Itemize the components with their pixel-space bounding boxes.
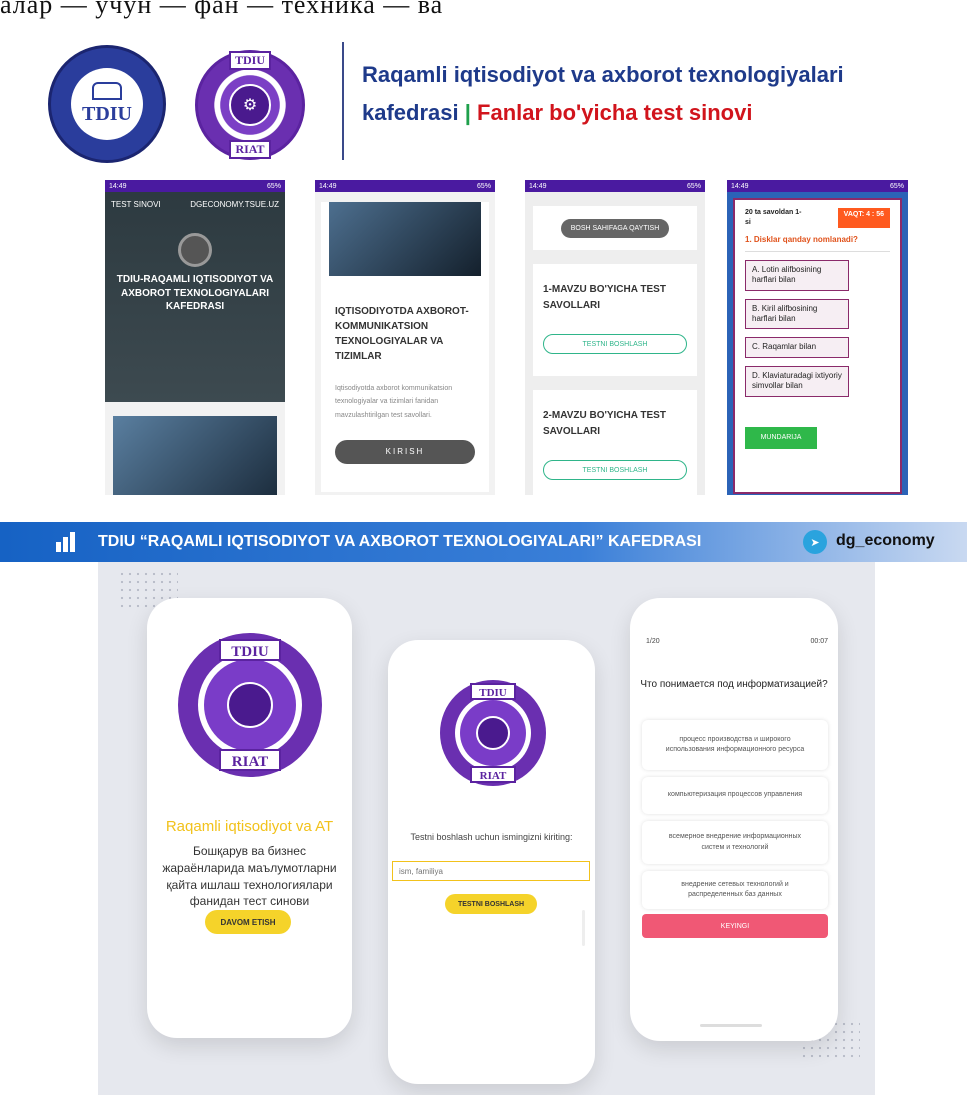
- telegram-handle[interactable]: dg_economy: [836, 532, 935, 550]
- start-test-button[interactable]: TESTNI BOSHLASH: [543, 460, 687, 480]
- topic-card: 2-MAVZU BO'YICHA TEST SAVOLLARI TESTNI B…: [533, 390, 697, 495]
- badge-icon: [178, 233, 212, 267]
- status-time: 14:49: [109, 182, 127, 190]
- subject-card: IQTISODIYOTDA AXBOROT-KOMMUNIKATSION TEX…: [321, 202, 489, 492]
- status-battery: 65%: [266, 182, 281, 190]
- topic-title: 2-MAVZU BO'YICHA TEST SAVOLLARI: [543, 410, 666, 437]
- logo-bottom-text: RIAT: [479, 770, 507, 782]
- banner-text: TDIU “RAQAMLI IQTISODIYOT VA AXBOROT TEX…: [98, 533, 702, 550]
- finance-image: [113, 416, 277, 495]
- answer-option[interactable]: компьютеризация процессов управления: [642, 777, 828, 814]
- kafedra-banner: TDIU “RAQAMLI IQTISODIYOT VA AXBOROT TEX…: [0, 522, 967, 562]
- topic-title: 1-MAVZU BO'YICHA TEST SAVOLLARI: [543, 284, 666, 311]
- logo-top-text: TDIU: [231, 644, 269, 660]
- top-cut-text: алар — учун — фан — техника — ва: [0, 0, 444, 19]
- finance-image: [329, 202, 481, 276]
- screen-home: 14:49 65% TEST SINOVI DGECONOMY.TSUE.UZ …: [105, 180, 285, 495]
- answer-option[interactable]: B. Kiril alifbosining harflari bilan: [745, 298, 849, 330]
- gear-icon: ⚙: [229, 84, 271, 126]
- start-test-button[interactable]: TESTNI BOSHLASH: [543, 334, 687, 354]
- mockup-question: 1/20 00:07 Что понимается под информатиз…: [630, 598, 838, 1041]
- keyingi-button[interactable]: KEYINGI: [642, 914, 828, 938]
- start-test-button[interactable]: TESTNI BOSHLASH: [445, 894, 537, 914]
- screen-topics: 14:49 65% BOSH SAHIFAGA QAYTISH 1-MAVZU …: [525, 180, 705, 495]
- status-time: 14:49: [529, 182, 547, 190]
- app-description: Бошқарув ва бизнес жараёнларида маълумот…: [162, 844, 337, 909]
- answer-option[interactable]: всемерное внедрение информационных систе…: [642, 821, 828, 864]
- tdiu-logo-text: TDIU: [81, 103, 132, 125]
- status-bar: 14:49 65%: [105, 180, 285, 192]
- header-divider: [342, 42, 344, 160]
- tdiu-logo: TDIU: [48, 45, 166, 163]
- mockup-name-entry: TDIU RIAT Testni boshlash uchun ismingiz…: [388, 640, 595, 1084]
- status-bar: 14:49 65%: [315, 180, 495, 192]
- scrollbar[interactable]: [582, 910, 585, 946]
- header-title-kafedrasi: kafedrasi: [362, 100, 459, 125]
- mundarija-button[interactable]: MUNDARIJA: [745, 426, 817, 449]
- mockup-welcome: TDIU RIAT Raqamli iqtisodiyot va AT Бошқ…: [147, 598, 352, 1038]
- status-battery: 65%: [686, 182, 701, 190]
- home-indicator: [700, 1024, 762, 1027]
- subject-description: Iqtisodiyotda axborot kommunikatsion tex…: [335, 385, 453, 419]
- status-battery: 65%: [889, 182, 904, 190]
- hero-text: TDIU-RAQAMLI IQTISODIYOT VA AXBOROT TEXN…: [116, 274, 274, 312]
- book-icon: [92, 82, 122, 100]
- riat-logo-bottom: RIAT: [229, 140, 271, 159]
- header-title-line2: kafedrasi | Fanlar bo'yicha test sinovi: [362, 100, 752, 126]
- quiz-question: 1. Disklar qanday nomlanadi?: [745, 234, 890, 252]
- quiz-timer: VAQT: 4 : 56: [837, 208, 890, 228]
- answer-option[interactable]: A. Lotin alifbosining harflari bilan: [745, 259, 849, 291]
- riat-logo-top: TDIU: [228, 51, 271, 70]
- telegram-icon[interactable]: ➤: [803, 530, 827, 554]
- answer-option[interactable]: процесс производства и широкого использо…: [642, 720, 828, 770]
- status-time: 14:49: [319, 182, 337, 190]
- chart-icon: [56, 530, 82, 552]
- name-input[interactable]: [392, 861, 590, 881]
- nav-test-sinovi[interactable]: TEST SINOVI: [111, 200, 161, 209]
- status-battery: 65%: [476, 182, 491, 190]
- name-prompt: Testni boshlash uchun ismingizni kiritin…: [410, 832, 573, 842]
- kirish-button[interactable]: KIRISH: [335, 439, 475, 464]
- status-bar: 14:49 65%: [727, 180, 908, 192]
- answer-option[interactable]: внедрение сетевых технологий и распредел…: [642, 871, 828, 909]
- logo-top-text: TDIU: [479, 687, 507, 699]
- answer-option[interactable]: C. Raqamlar bilan: [745, 337, 849, 358]
- riat-logo: TDIU ⚙ RIAT: [195, 50, 305, 160]
- topic-card: 1-MAVZU BO'YICHA TEST SAVOLLARI TESTNI B…: [533, 264, 697, 376]
- davom-etish-button[interactable]: DAVOM ETISH: [205, 910, 291, 934]
- back-home-button[interactable]: BOSH SAHIFAGA QAYTISH: [560, 218, 670, 238]
- subject-heading: IQTISODIYOTDA AXBOROT-KOMMUNIKATSION TEX…: [335, 306, 469, 362]
- nav-website-link[interactable]: DGECONOMY.TSUE.UZ: [190, 200, 279, 209]
- answer-option[interactable]: D. Klaviaturadagi ixtiyoriy simvollar bi…: [745, 365, 849, 397]
- header-title-subtitle: Fanlar bo'yicha test sinovi: [477, 100, 753, 125]
- quiz-question: Что понимается под информатизацией?: [640, 679, 828, 690]
- screen-subject: 14:49 65% IQTISODIYOTDA AXBOROT-KOMMUNIK…: [315, 180, 495, 495]
- quiz-timer: 00:07: [810, 638, 828, 645]
- screen-quiz: 14:49 65% 20 ta savoldan 1-si VAQT: 4 : …: [727, 180, 908, 495]
- app-name: Raqamli iqtisodiyot va AT: [165, 818, 334, 835]
- question-counter: 20 ta savoldan 1-si: [745, 209, 802, 226]
- status-time: 14:49: [731, 182, 749, 190]
- status-bar: 14:49 65%: [525, 180, 705, 192]
- quiz-frame: 20 ta savoldan 1-si VAQT: 4 : 56 1. Disk…: [733, 198, 902, 494]
- question-counter: 1/20: [646, 638, 660, 645]
- header-title-separator: |: [464, 100, 471, 125]
- hero-banner: TEST SINOVI DGECONOMY.TSUE.UZ TDIU-RAQAM…: [105, 192, 285, 402]
- logo-bottom-text: RIAT: [231, 754, 269, 770]
- header-title-line1: Raqamli iqtisodiyot va axborot texnologi…: [362, 62, 844, 87]
